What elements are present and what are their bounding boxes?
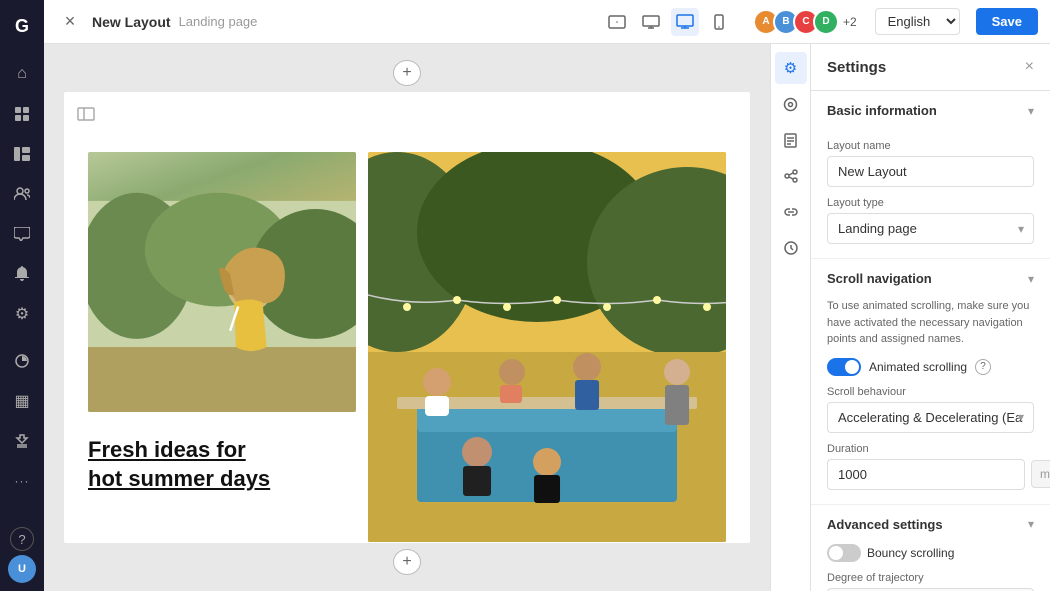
advanced-settings-body: Bouncy scrolling Degree of trajectory xyxy=(811,544,1050,591)
animated-scrolling-help[interactable]: ? xyxy=(975,359,991,375)
brand-logo-icon[interactable]: G xyxy=(4,8,40,44)
basic-info-chevron: ▾ xyxy=(1028,104,1034,118)
animated-scrolling-row: Animated scrolling ? xyxy=(827,358,1034,376)
pages-icon[interactable] xyxy=(4,96,40,132)
panel-close-button[interactable]: × xyxy=(1025,58,1034,76)
close-editor-button[interactable]: × xyxy=(56,8,84,36)
panel-header: Settings × xyxy=(811,44,1050,91)
basic-info-section: Basic information ▾ Layout name Layout t… xyxy=(811,91,1050,259)
save-button[interactable]: Save xyxy=(976,8,1038,35)
monitor-icon[interactable] xyxy=(671,8,699,36)
avatar-4: D xyxy=(813,9,839,35)
settings-panel: Settings × Basic information ▾ Layout na… xyxy=(810,44,1050,591)
language-selector[interactable]: English French German xyxy=(875,8,960,35)
bouncy-scrolling-label: Bouncy scrolling xyxy=(867,546,954,560)
scroll-nav-chevron: ▾ xyxy=(1028,272,1034,286)
history-nav-icon[interactable] xyxy=(775,232,807,264)
home-icon[interactable]: ⌂ xyxy=(4,56,40,92)
more-icon[interactable]: ··· xyxy=(4,463,40,499)
add-row-top-button[interactable]: + xyxy=(393,60,421,86)
topbar: × New Layout Landing page A B C D +2 xyxy=(44,0,1050,44)
scroll-behaviour-select[interactable]: Accelerating & Decelerating (Ease InOut)… xyxy=(827,402,1034,433)
canvas-right-column xyxy=(356,152,726,542)
link-nav-icon[interactable] xyxy=(775,196,807,228)
analytics-icon[interactable] xyxy=(4,343,40,379)
desktop-icon[interactable] xyxy=(637,8,665,36)
extra-users-count: +2 xyxy=(843,15,857,29)
comments-icon[interactable] xyxy=(4,216,40,252)
scroll-behaviour-select-wrapper: Accelerating & Decelerating (Ease InOut)… xyxy=(827,402,1034,433)
navigate-nav-icon[interactable] xyxy=(775,88,807,120)
scroll-nav-title: Scroll navigation xyxy=(827,271,1028,286)
main-container: × New Layout Landing page A B C D +2 xyxy=(44,0,1050,591)
settings-nav-icon[interactable]: ⚙ xyxy=(775,52,807,84)
scroll-nav-body: To use animated scrolling, make sure you… xyxy=(811,298,1050,504)
share-nav-icon[interactable] xyxy=(775,160,807,192)
layout-type-label: Layout type xyxy=(827,197,1034,209)
layout-name-label: Layout name xyxy=(827,140,1034,152)
duration-unit: ms xyxy=(1031,460,1050,488)
add-row-bottom-button[interactable]: + xyxy=(393,549,421,575)
layout-icon[interactable] xyxy=(4,136,40,172)
plugin-icon[interactable] xyxy=(4,423,40,459)
layout-name-input[interactable] xyxy=(827,156,1034,187)
notifications-icon[interactable] xyxy=(4,256,40,292)
hero-image-left-bg xyxy=(88,152,356,412)
canvas-section: Fresh ideas for hot summer days xyxy=(64,92,750,543)
advanced-settings-title: Advanced settings xyxy=(827,517,1028,532)
mobile-icon[interactable] xyxy=(705,8,733,36)
advanced-settings-chevron: ▾ xyxy=(1028,517,1034,531)
help-icon[interactable]: ? xyxy=(10,527,34,551)
canvas-left-column: Fresh ideas for hot summer days xyxy=(88,152,356,542)
scroll-nav-description: To use animated scrolling, make sure you… xyxy=(827,298,1034,348)
duration-input[interactable] xyxy=(827,459,1025,490)
animated-scrolling-toggle[interactable] xyxy=(827,358,861,376)
panel-title: Settings xyxy=(827,59,1025,76)
table-icon[interactable]: ▦ xyxy=(4,383,40,419)
duration-row: ms xyxy=(827,459,1034,490)
basic-info-title: Basic information xyxy=(827,103,1028,118)
layout-type-subtitle: Landing page xyxy=(179,14,258,29)
degree-input[interactable] xyxy=(827,588,1034,591)
tablet-landscape-icon[interactable] xyxy=(603,8,631,36)
canvas-wrapper: + xyxy=(44,44,770,591)
bouncy-scrolling-toggle[interactable] xyxy=(827,544,861,562)
advanced-settings-header[interactable]: Advanced settings ▾ xyxy=(811,505,1050,544)
hero-image-right[interactable] xyxy=(368,152,726,542)
gear-icon[interactable]: ⚙ xyxy=(4,296,40,332)
page-nav-icon[interactable] xyxy=(775,124,807,156)
canvas-text-block[interactable]: Fresh ideas for hot summer days xyxy=(88,428,356,501)
bouncy-scrolling-row: Bouncy scrolling xyxy=(827,544,1034,562)
canvas-content: Fresh ideas for hot summer days xyxy=(64,136,750,543)
left-sidebar: G ⌂ ⚙ ▦ ··· ? U xyxy=(0,0,44,591)
scroll-nav-header[interactable]: Scroll navigation ▾ xyxy=(811,259,1050,298)
basic-info-body: Layout name Layout type Landing page Blo… xyxy=(811,140,1050,258)
hero-image-left[interactable] xyxy=(88,152,356,412)
device-switcher xyxy=(603,8,733,36)
content-area: + xyxy=(44,44,1050,591)
collaborators: A B C D +2 xyxy=(753,9,857,35)
section-toolbar xyxy=(64,92,750,136)
advanced-settings-section: Advanced settings ▾ Bouncy scrolling Deg… xyxy=(811,505,1050,591)
scroll-nav-section: Scroll navigation ▾ To use animated scro… xyxy=(811,259,1050,505)
duration-label: Duration xyxy=(827,443,1034,455)
panel-nav-icons: ⚙ xyxy=(770,44,810,591)
layout-type-select-wrapper: Landing page Blog post Portfolio xyxy=(827,213,1034,244)
toggle-knob xyxy=(845,360,859,374)
section-layout-icon[interactable] xyxy=(72,100,100,128)
animated-scrolling-label: Animated scrolling xyxy=(869,360,967,374)
users-icon[interactable] xyxy=(4,176,40,212)
layout-title: New Layout xyxy=(92,14,171,30)
bouncy-toggle-knob xyxy=(829,546,843,560)
user-avatar[interactable]: U xyxy=(8,555,36,583)
layout-type-select[interactable]: Landing page Blog post Portfolio xyxy=(827,213,1034,244)
canvas-heading: Fresh ideas for hot summer days xyxy=(88,436,356,493)
scroll-behaviour-label: Scroll behaviour xyxy=(827,386,1034,398)
degree-label: Degree of trajectory xyxy=(827,572,1034,584)
basic-info-header[interactable]: Basic information ▾ xyxy=(811,91,1050,130)
